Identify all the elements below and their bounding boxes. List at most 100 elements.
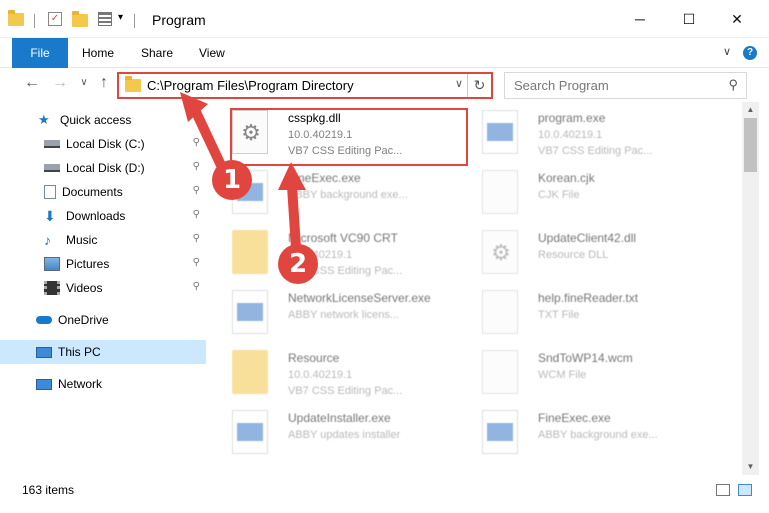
- tab-file[interactable]: File: [12, 38, 68, 68]
- properties-icon[interactable]: ✓: [48, 12, 62, 26]
- sidebar-item-quick-access[interactable]: ★ Quick access: [0, 108, 206, 132]
- scroll-up-icon[interactable]: ▲: [742, 102, 759, 118]
- search-icon[interactable]: ⚲: [728, 77, 738, 93]
- pin-icon[interactable]: ⚲: [193, 137, 200, 148]
- sidebar-item-videos[interactable]: Videos ⚲: [0, 276, 206, 300]
- address-dropdown-icon[interactable]: ∨: [455, 77, 463, 90]
- search-input[interactable]: Search Program ⚲: [504, 72, 747, 99]
- sidebar-item-local-disk-c[interactable]: Local Disk (C:) ⚲: [0, 132, 206, 156]
- folder-icon: [125, 76, 141, 92]
- pin-icon[interactable]: ⚲: [193, 185, 200, 196]
- drive-icon: [44, 140, 60, 148]
- folder-icon: [232, 230, 268, 274]
- file-description: ABBY background exe...: [538, 429, 658, 441]
- file-type: WCM File: [538, 369, 587, 381]
- file-version: 10.0.40219.1: [538, 129, 603, 141]
- sidebar-item-onedrive[interactable]: OneDrive: [0, 308, 206, 332]
- search-placeholder: Search Program: [514, 78, 609, 93]
- sidebar-item-label: OneDrive: [58, 313, 109, 327]
- pin-icon[interactable]: ⚲: [193, 281, 200, 292]
- file-item-updateinstaller-exe[interactable]: UpdateInstaller.exe ABBY updates install…: [210, 404, 450, 464]
- ribbon-tabs: File Home Share View ∨ ?: [0, 38, 769, 68]
- help-icon[interactable]: ?: [743, 46, 757, 60]
- sidebar-item-pictures[interactable]: Pictures ⚲: [0, 252, 206, 276]
- tab-view[interactable]: View: [199, 38, 225, 68]
- scroll-down-icon[interactable]: ▼: [742, 459, 759, 475]
- vertical-scrollbar[interactable]: ▲ ▼: [742, 102, 759, 475]
- sidebar-item-label: Quick access: [60, 113, 132, 127]
- file-name: UpdateClient42.dll: [538, 231, 637, 245]
- large-icons-view-icon[interactable]: [738, 484, 752, 496]
- pictures-icon: [44, 257, 60, 271]
- customize-toolbar-dropdown[interactable]: ▾: [118, 12, 123, 23]
- sidebar-item-label: Local Disk (C:): [66, 137, 145, 151]
- sidebar-item-label: This PC: [58, 345, 101, 359]
- sidebar-item-label: Local Disk (D:): [66, 161, 145, 175]
- item-count: 163 items: [22, 483, 75, 497]
- folder-icon: [232, 350, 268, 394]
- exe-icon: [482, 410, 518, 454]
- sidebar-item-music[interactable]: ♪ Music ⚲: [0, 228, 206, 252]
- sidebar-item-downloads[interactable]: ⬇ Downloads ⚲: [0, 204, 206, 228]
- file-version: 10.0.40219.1: [288, 369, 353, 381]
- computer-icon: [36, 346, 52, 358]
- expand-ribbon-icon[interactable]: ∨: [723, 45, 731, 58]
- file-item-fineexec-exe-2[interactable]: FineExec.exe ABBY background exe...: [460, 404, 700, 464]
- scroll-thumb[interactable]: [744, 118, 757, 172]
- recent-locations-dropdown[interactable]: ∨: [74, 77, 94, 88]
- title-bar: ✓ ▾ Program ─ ☐ ✕: [0, 0, 769, 38]
- new-folder-icon[interactable]: [72, 11, 88, 27]
- window-title: Program: [152, 12, 206, 28]
- file-name: Korean.cjk: [538, 171, 595, 185]
- back-button[interactable]: ←: [22, 74, 42, 92]
- file-description: ABBY updates installer: [288, 429, 401, 441]
- file-name: program.exe: [538, 111, 606, 125]
- up-button[interactable]: ↑: [94, 74, 114, 92]
- navigation-pane: ★ Quick access Local Disk (C:) ⚲ Local D…: [0, 102, 210, 475]
- details-view-icon[interactable]: [716, 484, 730, 496]
- view-options-icon[interactable]: [98, 12, 112, 26]
- tab-share[interactable]: Share: [141, 38, 173, 68]
- quick-access-toolbar: ✓ ▾: [6, 0, 135, 38]
- document-icon: [482, 170, 518, 214]
- minimize-button[interactable]: ─: [617, 0, 663, 38]
- file-item-microsoft-vc90-crt[interactable]: Microsoft VC90 CRT 10.0.40219.1 VB7 CSS …: [210, 224, 450, 284]
- sidebar-item-label: Downloads: [66, 209, 126, 223]
- download-icon: ⬇: [44, 208, 56, 224]
- file-item-help-finereader-txt[interactable]: help.fineReader.txt TXT File: [460, 284, 700, 344]
- file-type: Resource DLL: [538, 249, 609, 261]
- file-item-networklicenseserver-exe[interactable]: NetworkLicenseServer.exe ABBY network li…: [210, 284, 450, 344]
- file-name: help.fineReader.txt: [538, 291, 639, 305]
- document-icon: [482, 290, 518, 334]
- file-item-resource[interactable]: Resource 10.0.40219.1 VB7 CSS Editing Pa…: [210, 344, 450, 404]
- file-item-korean-cjk[interactable]: Korean.cjk CJK File: [460, 164, 700, 224]
- file-item-program-exe[interactable]: program.exe 10.0.40219.1 VB7 CSS Editing…: [460, 104, 700, 164]
- documents-icon: [44, 185, 56, 199]
- pin-icon[interactable]: ⚲: [193, 209, 200, 220]
- sidebar-item-network[interactable]: Network: [0, 372, 206, 396]
- sidebar-item-local-disk-d[interactable]: Local Disk (D:) ⚲: [0, 156, 206, 180]
- sidebar-item-documents[interactable]: Documents ⚲: [0, 180, 206, 204]
- tab-home[interactable]: Home: [82, 38, 114, 68]
- file-name: FineExec.exe: [288, 171, 361, 185]
- sidebar-item-this-pc[interactable]: This PC: [0, 340, 206, 364]
- gear-icon: ⚙: [491, 240, 511, 265]
- music-icon: ♪: [44, 232, 51, 248]
- toolbar-separator: [134, 14, 135, 28]
- sidebar-item-label: Videos: [66, 281, 103, 295]
- refresh-button[interactable]: ↻: [467, 74, 491, 97]
- file-item-updateclient42-dll[interactable]: ⚙ UpdateClient42.dll Resource DLL: [460, 224, 700, 284]
- address-path[interactable]: C:\Program Files\Program Directory: [147, 78, 354, 93]
- address-bar[interactable]: C:\Program Files\Program Directory ∨ ↻: [117, 72, 493, 99]
- close-button[interactable]: ✕: [714, 0, 760, 38]
- file-description: VB7 CSS Editing Pac...: [538, 145, 653, 157]
- file-item-sndtowp14-wcm[interactable]: SndToWP14.wcm WCM File: [460, 344, 700, 404]
- file-type: CJK File: [538, 189, 580, 201]
- pin-icon[interactable]: ⚲: [193, 257, 200, 268]
- maximize-button[interactable]: ☐: [666, 0, 712, 38]
- pin-icon[interactable]: ⚲: [193, 161, 200, 172]
- exe-icon: [232, 410, 268, 454]
- forward-button[interactable]: →: [50, 74, 70, 92]
- file-highlight-box: [230, 108, 468, 166]
- pin-icon[interactable]: ⚲: [193, 233, 200, 244]
